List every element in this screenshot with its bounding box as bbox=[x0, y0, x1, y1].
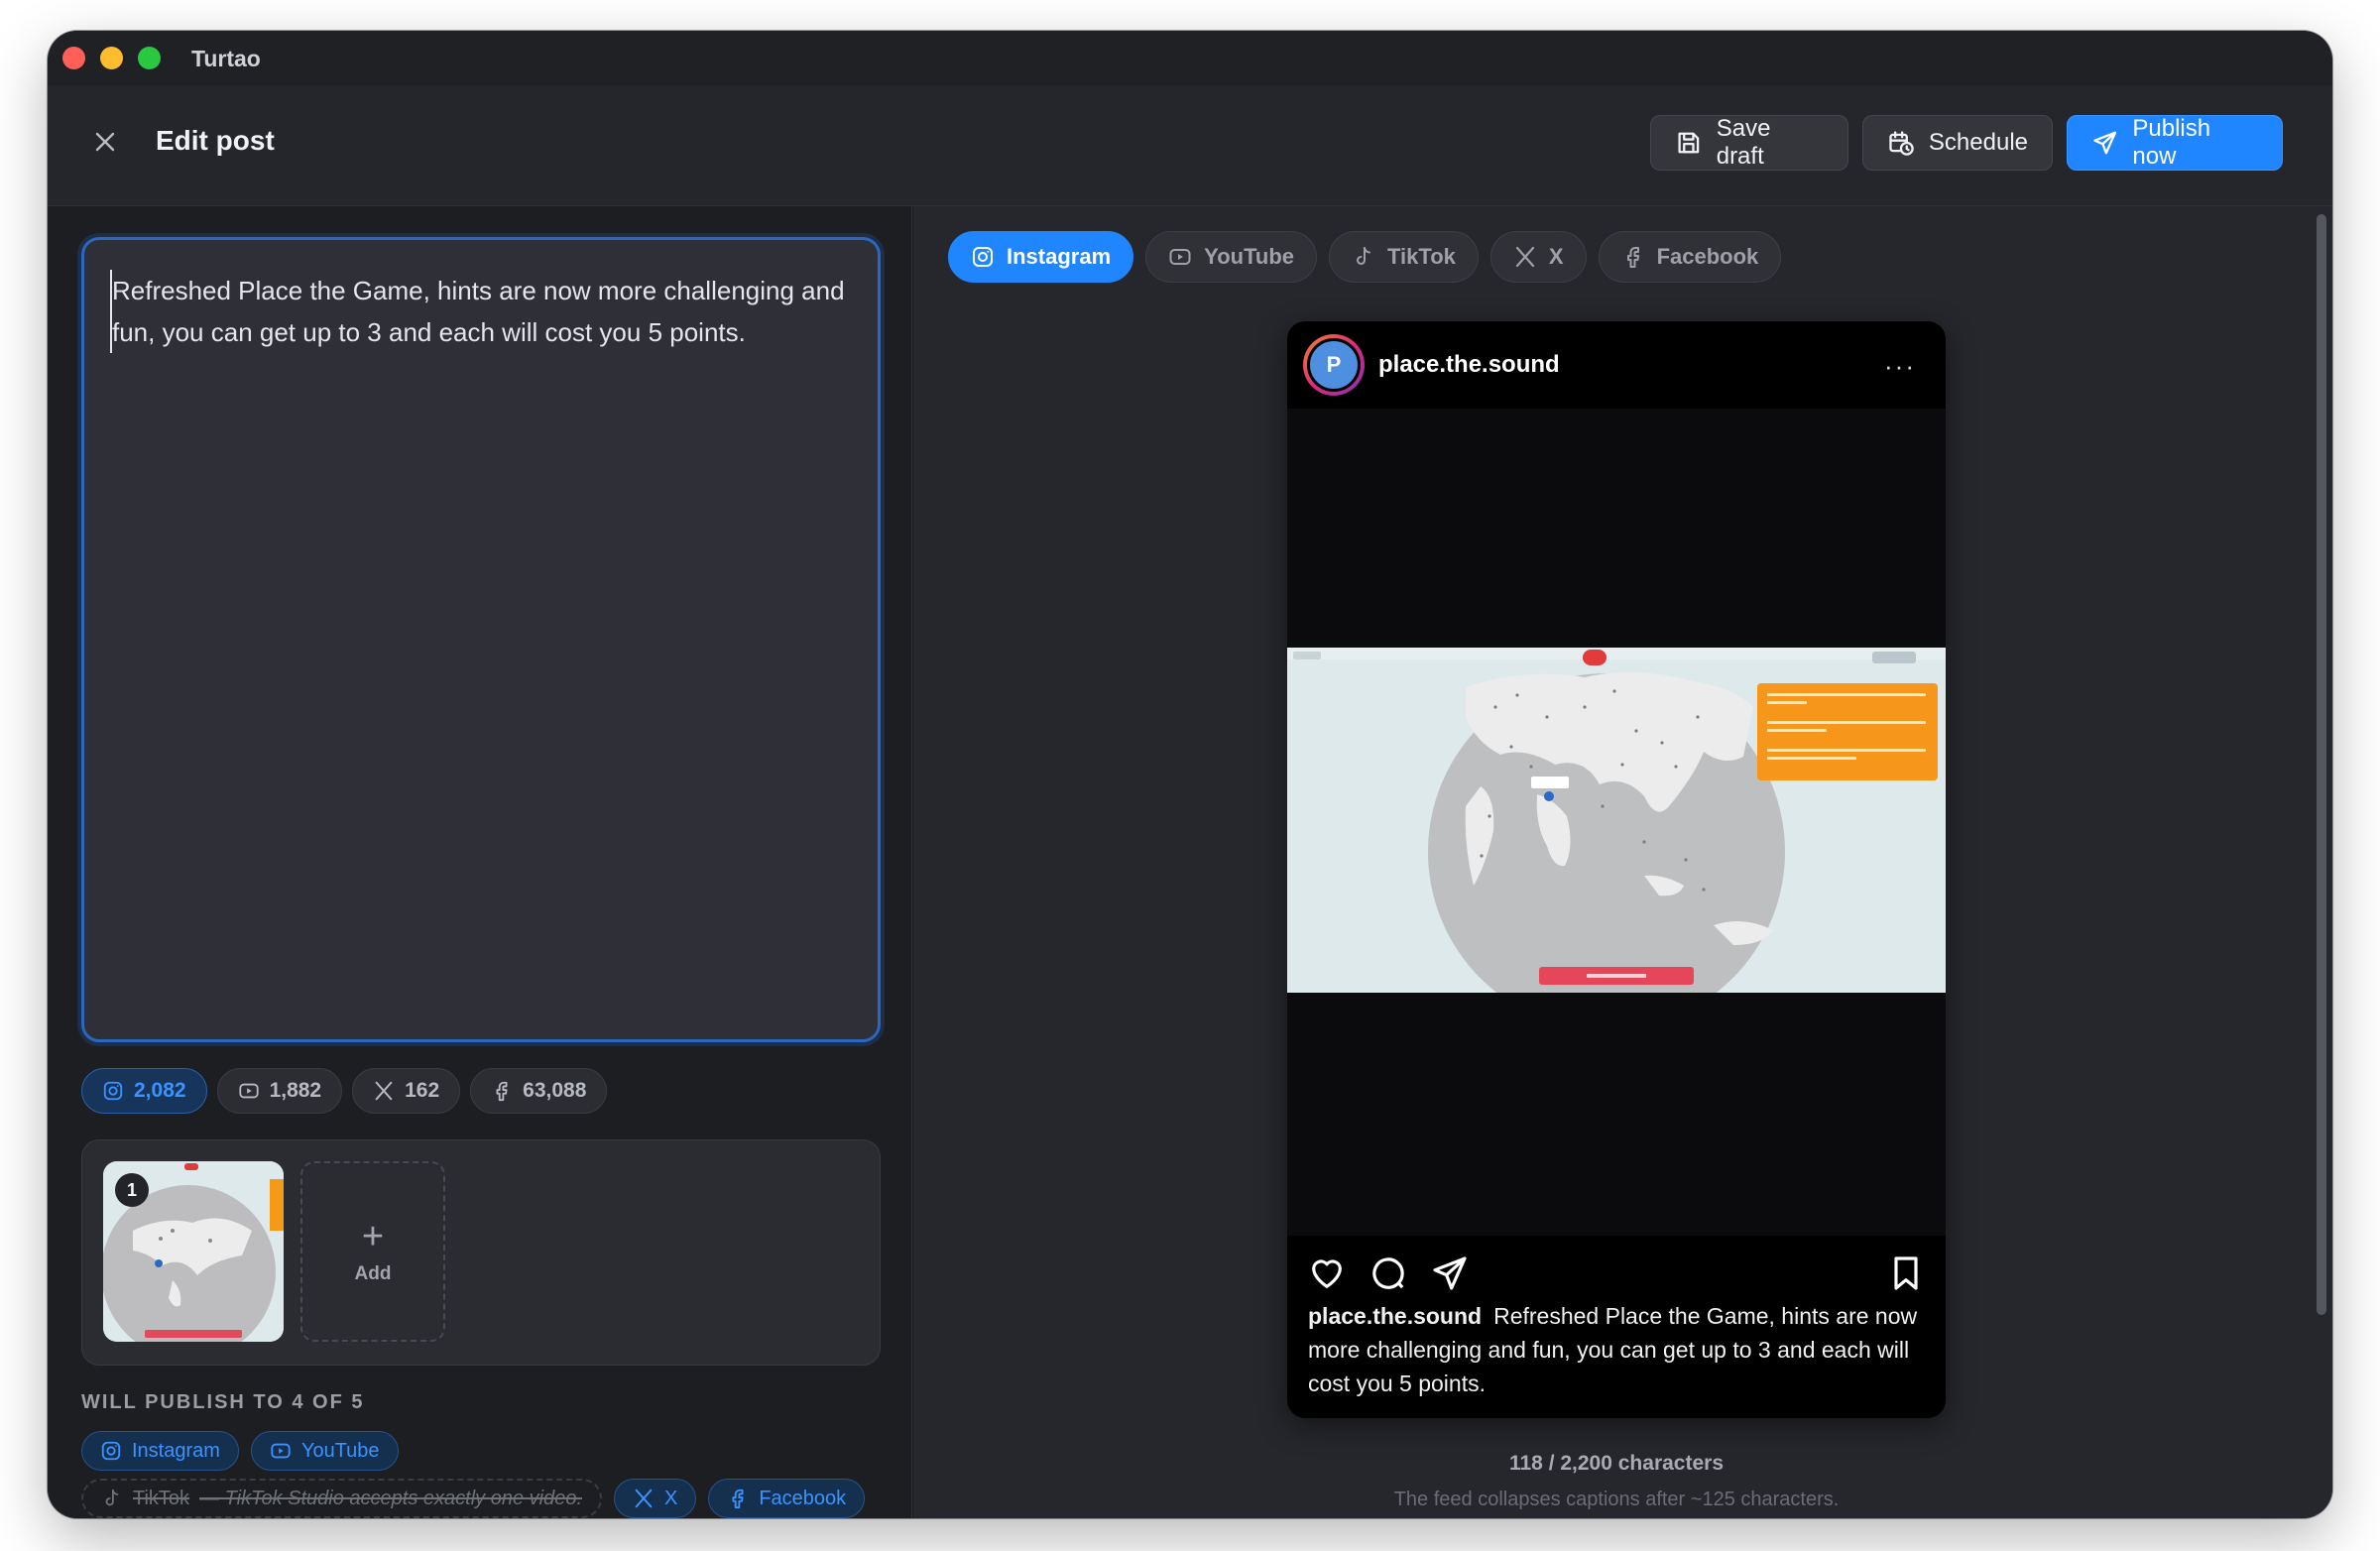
media-index-badge: 1 bbox=[115, 1173, 149, 1207]
destination-label: Instagram bbox=[132, 1439, 220, 1462]
x-icon bbox=[375, 1081, 393, 1101]
character-count: 118 / 2,200 characters bbox=[1508, 1452, 1724, 1475]
schedule-label: Schedule bbox=[1928, 129, 2028, 156]
facebook-icon bbox=[1626, 247, 1639, 268]
destination-label: X bbox=[664, 1487, 678, 1509]
window-close-button[interactable] bbox=[62, 47, 85, 69]
destination-chip-instagram[interactable]: Instagram bbox=[81, 1431, 239, 1471]
media-tray: 1 + Add bbox=[81, 1139, 881, 1366]
preview-panel: Instagram YouTube TikTok X Facebook P pl… bbox=[913, 206, 2332, 1518]
destination-chip-tiktok-disabled[interactable]: TikTok — TikTok Studio accepts exactly o… bbox=[81, 1479, 602, 1518]
youtube-icon bbox=[1169, 249, 1191, 265]
app-window: Turtao Edit post Save draft Schedule Pub… bbox=[48, 31, 2332, 1518]
destination-label: YouTube bbox=[300, 1439, 380, 1462]
window-minimize-button[interactable] bbox=[100, 47, 123, 69]
publish-now-button[interactable]: Publish now bbox=[2067, 115, 2283, 171]
x-icon bbox=[1515, 246, 1534, 268]
youtube-icon bbox=[238, 1083, 259, 1099]
tab-x[interactable]: X bbox=[1489, 231, 1587, 283]
post-media bbox=[1287, 409, 1946, 1236]
tiktok-icon bbox=[1357, 247, 1370, 265]
schedule-button[interactable]: Schedule bbox=[1862, 115, 2053, 171]
avatar-letter: P bbox=[1307, 338, 1361, 392]
tab-label: Instagram bbox=[1007, 244, 1112, 269]
instagram-icon bbox=[973, 247, 993, 267]
destination-row: Instagram YouTube bbox=[81, 1431, 399, 1471]
tab-label: YouTube bbox=[1204, 244, 1294, 269]
floppy-disk-icon bbox=[1678, 132, 1700, 154]
publish-now-label: Publish now bbox=[2132, 115, 2211, 170]
publish-summary-label: WILL PUBLISH TO 4 OF 5 bbox=[81, 1391, 365, 1413]
count-chip-youtube[interactable]: 1,882 bbox=[216, 1068, 343, 1114]
destination-chip-facebook[interactable]: Facebook bbox=[708, 1479, 866, 1518]
globe-map-image bbox=[1287, 648, 1946, 993]
count-value: 1,882 bbox=[269, 1079, 322, 1102]
compose-panel: Refreshed Place the Game, hints are now … bbox=[48, 206, 912, 1518]
game-screenshot bbox=[1287, 648, 1946, 993]
bookmark-icon[interactable] bbox=[1886, 1253, 1926, 1293]
facebook-icon bbox=[732, 1489, 744, 1509]
editor-header: Edit post Save draft Schedule Publish no… bbox=[48, 85, 2332, 206]
title-bar: Turtao bbox=[48, 31, 2332, 85]
count-chip-facebook[interactable]: 63,088 bbox=[470, 1068, 608, 1114]
preview-scrollbar[interactable] bbox=[2317, 214, 2326, 1315]
youtube-icon bbox=[271, 1443, 291, 1459]
post-username: place.the.sound bbox=[1378, 351, 1560, 378]
platform-counts: 2,082 1,882 162 63,088 bbox=[81, 1068, 608, 1114]
count-chip-instagram[interactable]: 2,082 bbox=[81, 1068, 207, 1114]
tiktok-icon bbox=[105, 1489, 119, 1506]
destination-label: Facebook bbox=[759, 1487, 847, 1509]
media-thumbnail[interactable]: 1 bbox=[103, 1161, 284, 1342]
save-draft-label: Save draft bbox=[1716, 115, 1771, 170]
preview-platform-tabs: Instagram YouTube TikTok X Facebook bbox=[948, 231, 1782, 283]
tab-label: X bbox=[1548, 244, 1564, 269]
post-text-editor[interactable]: Refreshed Place the Game, hints are now … bbox=[81, 237, 881, 1042]
plus-icon: + bbox=[361, 1216, 385, 1257]
destination-label: TikTok bbox=[133, 1487, 190, 1509]
caption-collapse-note: The feed collapses captions after ~125 c… bbox=[1393, 1489, 1840, 1510]
destination-row: TikTok — TikTok Studio accepts exactly o… bbox=[81, 1479, 866, 1518]
caption-username: place.the.sound bbox=[1308, 1303, 1483, 1329]
tab-label: TikTok bbox=[1387, 244, 1456, 269]
tab-youtube[interactable]: YouTube bbox=[1145, 231, 1317, 283]
post-actions bbox=[1307, 1253, 1926, 1297]
post-header: P place.the.sound ··· bbox=[1287, 321, 1946, 409]
count-value: 162 bbox=[405, 1079, 440, 1102]
add-media-button[interactable]: + Add bbox=[300, 1161, 445, 1342]
tab-tiktok[interactable]: TikTok bbox=[1329, 231, 1479, 283]
count-value: 2,082 bbox=[134, 1079, 186, 1102]
destination-chip-youtube[interactable]: YouTube bbox=[250, 1431, 399, 1471]
facebook-icon bbox=[496, 1081, 508, 1102]
count-value: 63,088 bbox=[523, 1079, 587, 1102]
app-title: Turtao bbox=[191, 46, 261, 71]
share-icon[interactable] bbox=[1430, 1253, 1470, 1293]
comment-icon[interactable] bbox=[1368, 1253, 1408, 1293]
instagram-icon bbox=[103, 1081, 123, 1101]
heart-icon[interactable] bbox=[1307, 1253, 1347, 1293]
x-icon bbox=[635, 1489, 653, 1508]
more-options-icon[interactable]: ··· bbox=[1884, 351, 1916, 382]
add-media-label: Add bbox=[354, 1263, 392, 1284]
send-icon bbox=[2093, 131, 2117, 155]
destination-disabled-reason: — TikTok Studio accepts exactly one vide… bbox=[199, 1487, 582, 1509]
count-chip-x[interactable]: 162 bbox=[352, 1068, 461, 1114]
destination-chip-x[interactable]: X bbox=[614, 1479, 697, 1518]
tab-instagram[interactable]: Instagram bbox=[948, 231, 1134, 283]
instagram-icon bbox=[101, 1441, 121, 1461]
window-zoom-button[interactable] bbox=[138, 47, 161, 69]
avatar: P bbox=[1303, 334, 1365, 396]
save-draft-button[interactable]: Save draft bbox=[1650, 115, 1848, 171]
calendar-clock-icon bbox=[1889, 131, 1914, 156]
close-icon bbox=[95, 132, 115, 152]
tab-facebook[interactable]: Facebook bbox=[1598, 231, 1782, 283]
instagram-post-preview: P place.the.sound ··· place.the.sound Re… bbox=[1287, 321, 1946, 1418]
page-title: Edit post bbox=[156, 125, 275, 156]
close-editor-button[interactable] bbox=[87, 124, 123, 160]
tab-label: Facebook bbox=[1656, 244, 1759, 269]
post-text[interactable]: Refreshed Place the Game, hints are now … bbox=[110, 270, 852, 353]
post-caption: place.the.sound Refreshed Place the Game,… bbox=[1308, 1299, 1922, 1400]
